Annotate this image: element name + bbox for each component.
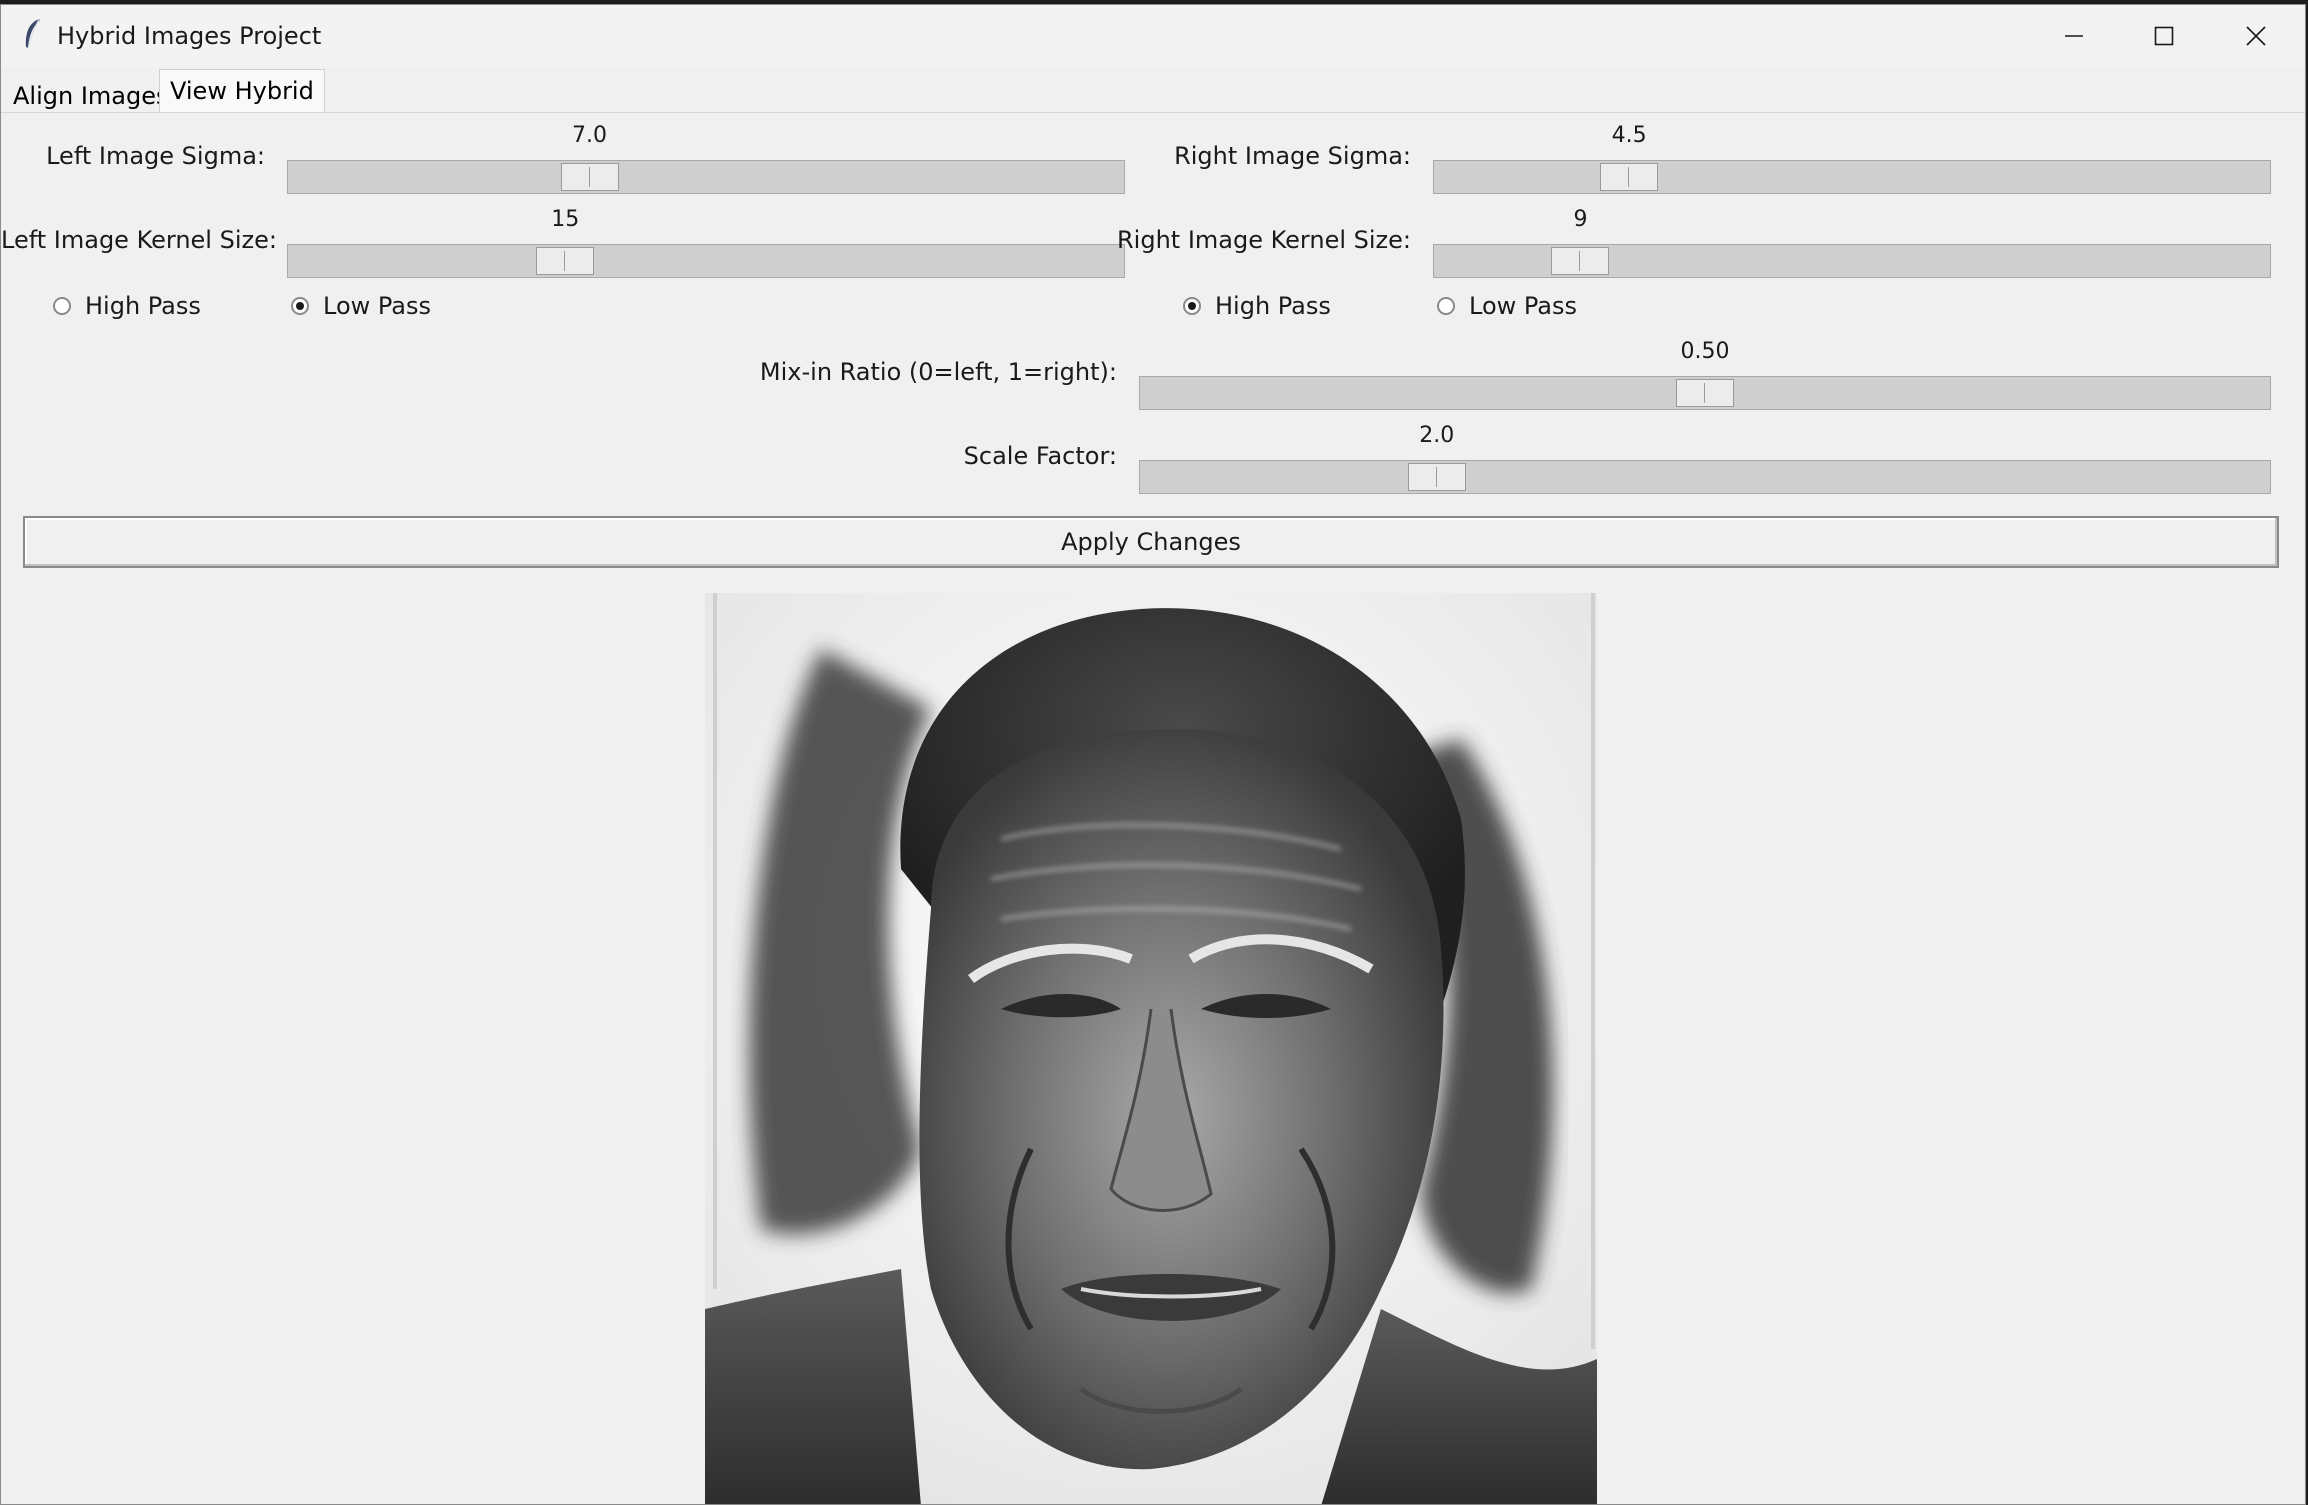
mix-ratio-thumb[interactable] bbox=[1676, 379, 1734, 407]
right-high-pass-label: High Pass bbox=[1215, 292, 1331, 320]
hybrid-face-image bbox=[701, 589, 1601, 1504]
right-sigma-value: 4.5 bbox=[1611, 123, 1647, 148]
radio-indicator-selected bbox=[291, 297, 309, 315]
scale-factor-trough[interactable] bbox=[1139, 460, 2271, 494]
app-window: Hybrid Images Project Align Images View … bbox=[0, 4, 2306, 1505]
left-kernel-slider[interactable]: 15 bbox=[287, 207, 1125, 278]
left-high-pass-radio[interactable]: High Pass bbox=[53, 291, 201, 321]
right-kernel-label: Right Image Kernel Size: bbox=[1117, 226, 1411, 254]
radio-indicator bbox=[53, 297, 71, 315]
radio-indicator-selected bbox=[1183, 297, 1201, 315]
scale-factor-slider[interactable]: 2.0 bbox=[1139, 423, 2271, 494]
right-sigma-slider[interactable]: 4.5 bbox=[1433, 123, 2271, 194]
right-low-pass-label: Low Pass bbox=[1469, 292, 1577, 320]
mix-ratio-slider[interactable]: 0.50 bbox=[1139, 339, 2271, 410]
right-kernel-thumb[interactable] bbox=[1551, 247, 1610, 275]
right-kernel-slider[interactable]: 9 bbox=[1433, 207, 2271, 278]
scale-factor-thumb[interactable] bbox=[1407, 463, 1466, 491]
feather-icon bbox=[25, 18, 40, 49]
left-sigma-trough[interactable] bbox=[287, 160, 1125, 194]
left-kernel-trough[interactable] bbox=[287, 244, 1125, 278]
right-low-pass-radio[interactable]: Low Pass bbox=[1437, 291, 1577, 321]
left-sigma-label: Left Image Sigma: bbox=[46, 142, 265, 170]
mix-ratio-value: 0.50 bbox=[1680, 339, 1730, 364]
title-bar[interactable]: Hybrid Images Project bbox=[1, 5, 2305, 67]
hybrid-image-view bbox=[701, 589, 1601, 1504]
right-sigma-label: Right Image Sigma: bbox=[1174, 142, 1411, 170]
mix-ratio-label: Mix-in Ratio (0=left, 1=right): bbox=[759, 358, 1117, 386]
left-sigma-slider[interactable]: 7.0 bbox=[287, 123, 1125, 194]
close-icon bbox=[2246, 26, 2266, 46]
right-sigma-thumb[interactable] bbox=[1600, 163, 1659, 191]
minimize-icon bbox=[2065, 35, 2083, 37]
left-sigma-value: 7.0 bbox=[572, 123, 608, 148]
left-low-pass-radio[interactable]: Low Pass bbox=[291, 291, 431, 321]
right-high-pass-radio[interactable]: High Pass bbox=[1183, 291, 1331, 321]
maximize-icon bbox=[2154, 26, 2174, 46]
left-kernel-label: Left Image Kernel Size: bbox=[1, 226, 277, 254]
apply-changes-button[interactable]: Apply Changes bbox=[23, 516, 2279, 568]
close-button[interactable] bbox=[2211, 5, 2301, 67]
notebook-tabs: Align Images View Hybrid bbox=[1, 67, 2305, 113]
left-sigma-thumb[interactable] bbox=[560, 163, 619, 191]
right-sigma-trough[interactable] bbox=[1433, 160, 2271, 194]
scale-factor-value: 2.0 bbox=[1419, 423, 1455, 448]
minimize-button[interactable] bbox=[2029, 5, 2119, 67]
scale-factor-label: Scale Factor: bbox=[963, 442, 1117, 470]
tab-divider bbox=[1, 112, 2305, 113]
left-low-pass-label: Low Pass bbox=[323, 292, 431, 320]
window-title: Hybrid Images Project bbox=[57, 22, 322, 50]
tab-align-images[interactable]: Align Images bbox=[5, 77, 178, 113]
right-kernel-value: 9 bbox=[1573, 207, 1588, 232]
left-high-pass-label: High Pass bbox=[85, 292, 201, 320]
left-kernel-value: 15 bbox=[551, 207, 580, 232]
radio-indicator bbox=[1437, 297, 1455, 315]
left-kernel-thumb[interactable] bbox=[536, 247, 595, 275]
tab-view-hybrid[interactable]: View Hybrid bbox=[159, 69, 325, 113]
maximize-button[interactable] bbox=[2119, 5, 2209, 67]
